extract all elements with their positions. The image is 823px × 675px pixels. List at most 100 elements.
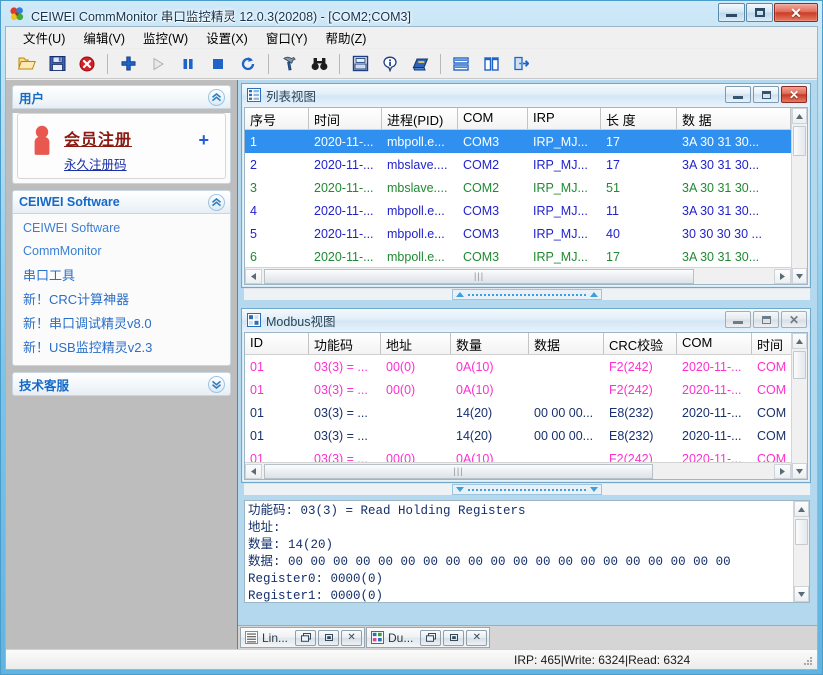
detail-vertical-scrollbar[interactable] [793,501,809,602]
refresh-icon[interactable] [233,51,263,77]
listview-col-pid[interactable]: 进程(PID) [382,108,458,129]
scroll-up-arrow-icon[interactable] [794,501,809,517]
link-serial-tools[interactable]: 串口工具 [13,264,230,288]
table-row[interactable]: 01 03(3) = ... 14(20) 00 00 00... E8(232… [245,401,807,424]
listview-title-bar[interactable]: 列表视图 ✕ [242,84,810,106]
listview-close-button[interactable]: ✕ [781,86,807,103]
pause-icon[interactable] [173,51,203,77]
scroll-track[interactable]: ||| [262,463,774,479]
listview-maximize-button[interactable] [753,86,779,103]
scroll-thumb[interactable] [793,126,806,156]
link-serial-debug[interactable]: 新！串口调试精灵v8.0 [13,312,230,336]
listview-splitter[interactable] [244,288,810,300]
table-row[interactable]: 6 2020-11-... mbpoll.e... COM3 IRP_MJ...… [245,245,807,268]
modbus-col-id[interactable]: ID [245,333,309,354]
menu-settings[interactable]: 设置(X) [197,27,257,50]
scroll-left-arrow-icon[interactable] [245,268,262,284]
modbus-col-crc[interactable]: CRC校验 [604,333,677,354]
panel-header-ceiwei-software[interactable]: CEIWEI Software [12,190,231,214]
scroll-down-arrow-icon[interactable] [794,586,809,602]
modbusview-title-bar[interactable]: Modbus视图 ✕ [242,309,810,331]
scroll-right-arrow-icon[interactable] [774,268,791,284]
window-minimize-button[interactable] [718,3,745,22]
exit-icon[interactable] [506,51,536,77]
listview-vertical-scrollbar[interactable] [791,108,807,284]
permanent-code-link[interactable]: 永久注册码 [64,154,127,173]
info-icon[interactable] [375,51,405,77]
table-row[interactable]: 01 03(3) = ... 00(0) 0A(10) F2(242) 2020… [245,378,807,401]
menu-file[interactable]: 文件(U) [14,27,74,50]
menu-help[interactable]: 帮助(Z) [317,27,376,50]
modbus-col-addr[interactable]: 地址 [381,333,451,354]
binoculars-icon[interactable] [304,51,334,77]
taskbar-listview[interactable]: Lin... ✕ [240,627,366,648]
window-close-button[interactable]: ✕ [774,3,818,22]
scroll-thumb[interactable] [795,519,808,545]
tile-vertical-icon[interactable] [476,51,506,77]
taskbar-modbusview-close-button[interactable]: ✕ [466,629,488,646]
menu-edit[interactable]: 编辑(V) [74,27,134,50]
scroll-down-arrow-icon[interactable] [792,268,807,284]
modbusview-maximize-button[interactable] [753,311,779,328]
chevron-down-icon[interactable] [208,376,225,394]
link-usb-monitor[interactable]: 新！USB监控精灵v2.3 [13,336,230,360]
table-row[interactable]: 2 2020-11-... mbslave.... COM2 IRP_MJ...… [245,153,807,176]
modbusview-close-button[interactable]: ✕ [781,311,807,328]
panel-header-user[interactable]: 用户 [12,85,231,109]
table-row[interactable]: 1 2020-11-... mbpoll.e... COM3 IRP_MJ...… [245,130,807,153]
menu-window[interactable]: 窗口(Y) [257,27,317,50]
splitter-grip[interactable] [452,289,602,300]
window-maximize-button[interactable] [746,3,773,22]
save-icon[interactable] [42,51,72,77]
scroll-right-arrow-icon[interactable] [774,463,791,479]
scroll-track[interactable]: ||| [262,268,774,284]
modbusview-minimize-button[interactable] [725,311,751,328]
listview-col-len[interactable]: 长 度 [601,108,677,129]
play-icon[interactable] [143,51,173,77]
table-row[interactable]: 01 03(3) = ... 00(0) 0A(10) F2(242) 2020… [245,355,807,378]
taskbar-modbusview-restore-button[interactable] [420,629,442,646]
print-icon[interactable] [345,51,375,77]
hammer-icon[interactable] [274,51,304,77]
modbus-col-time[interactable]: 时间 [752,333,792,354]
scroll-up-arrow-icon[interactable] [792,333,807,349]
splitter-down-arrow-icon[interactable] [590,487,598,492]
taskbar-modbusview-minimize-button[interactable] [443,629,465,646]
taskbar-listview-restore-button[interactable] [295,629,317,646]
listview-horizontal-scrollbar[interactable]: ||| [245,267,791,284]
scroll-thumb[interactable]: ||| [264,268,695,284]
delete-icon[interactable] [72,51,102,77]
taskbar-listview-close-button[interactable]: ✕ [341,629,363,646]
table-row[interactable]: 5 2020-11-... mbpoll.e... COM3 IRP_MJ...… [245,222,807,245]
table-row[interactable]: 01 03(3) = ... 14(20) 00 00 00... E8(232… [245,424,807,447]
member-register-link[interactable]: 会员注册 [64,126,132,150]
listview-minimize-button[interactable] [725,86,751,103]
add-user-icon[interactable]: + [198,131,209,149]
splitter-up-arrow-icon[interactable] [456,292,464,297]
chevron-up-icon[interactable] [208,89,225,106]
stop-icon[interactable] [203,51,233,77]
scroll-thumb[interactable] [793,351,806,379]
scroll-up-arrow-icon[interactable] [792,108,807,124]
modbusview-horizontal-scrollbar[interactable]: ||| [245,462,791,479]
listview-col-time[interactable]: 时间 [309,108,382,129]
open-folder-icon[interactable] [12,51,42,77]
book-icon[interactable] [405,51,435,77]
modbus-col-data[interactable]: 数据 [529,333,604,354]
modbus-col-com[interactable]: COM [677,333,752,354]
scroll-thumb[interactable]: ||| [264,463,654,479]
menu-monitor[interactable]: 监控(W) [134,27,197,50]
splitter-down-arrow-icon[interactable] [456,487,464,492]
taskbar-listview-minimize-button[interactable] [318,629,340,646]
taskbar-modbusview[interactable]: Du... ✕ [366,627,491,648]
resize-grip-icon[interactable] [801,654,814,667]
scroll-down-arrow-icon[interactable] [792,463,807,479]
modbusview-vertical-scrollbar[interactable] [791,333,807,479]
splitter-up-arrow-icon[interactable] [590,292,598,297]
table-row[interactable]: 4 2020-11-... mbpoll.e... COM3 IRP_MJ...… [245,199,807,222]
table-row[interactable]: 3 2020-11-... mbslave.... COM2 IRP_MJ...… [245,176,807,199]
modbusview-splitter[interactable] [244,483,810,495]
splitter-grip[interactable] [452,484,602,495]
listview-col-data[interactable]: 数 据 [677,108,791,129]
add-icon[interactable] [113,51,143,77]
